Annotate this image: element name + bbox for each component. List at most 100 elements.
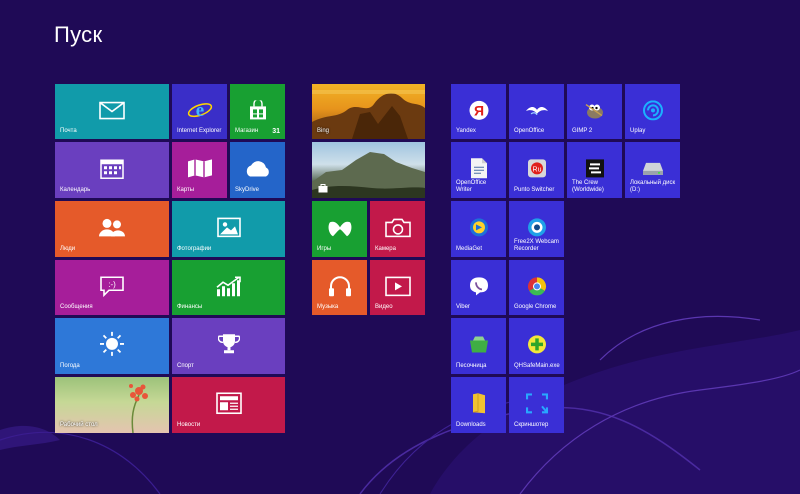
tile-label: Сообщения [60,304,93,310]
webcam-icon [527,217,547,237]
tile-label: Скриншотер [514,422,549,428]
tile-free2x-webcam-recorder[interactable]: Free2X Webcam Recorder [509,201,564,257]
tile-local-disk-d[interactable]: Локальный диск (D:) [625,142,680,198]
tile-qhsafemain[interactable]: QHSafeMain.exe [509,318,564,374]
tile-label: Погода [60,363,80,369]
tile-bing[interactable]: Bing [312,84,425,139]
tile-punto-switcher[interactable]: Ru Punto Switcher [509,142,564,198]
newspaper-icon [215,392,242,415]
tile-video[interactable]: Видео [370,260,425,315]
photo-icon [216,217,241,238]
tile-label: MediaGet [456,246,483,252]
folder-icon [472,392,486,414]
tile-label: Магазин [235,128,259,134]
tile-label: Почта [60,128,77,134]
xbox-icon [327,216,353,238]
start-title: Пуск [54,22,103,47]
tile-mediaget[interactable]: MediaGet [451,201,506,257]
suitcase-icon [318,184,328,193]
tile-news[interactable]: Новости [172,377,285,433]
punto-switcher-icon: Ru [527,158,547,178]
tile-label: Песочница [456,363,487,369]
people-icon [97,217,127,237]
svg-text:Ru: Ru [532,166,541,173]
yandex-icon: Я [469,100,489,120]
tile-label: The Crew (Worldwide) [572,180,604,193]
sun-icon [99,331,125,357]
tile-label: Игры [317,246,332,252]
tile-desktop[interactable]: Рабочий стол [55,377,169,433]
tile-label: Музыка [317,304,339,310]
tile-screenshoter[interactable]: Скриншотер [509,377,564,433]
tile-skydrive[interactable]: SkyDrive [230,142,285,198]
tile-games[interactable]: Игры [312,201,367,257]
tile-label: Viber [456,304,470,310]
tile-label: Free2X Webcam Recorder [514,239,559,252]
tile-label: Фотографии [177,246,212,252]
tile-label: OpenOffice Writer [456,180,487,193]
tile-gimp[interactable]: GIMP 2 [567,84,622,139]
tile-label: Downloads [456,422,486,428]
cloud-icon [243,160,273,178]
tile-label: Видео [375,304,393,310]
tile-store[interactable]: Магазин 31 [230,84,285,139]
writer-document-icon [470,157,488,179]
tile-label: SkyDrive [235,187,260,193]
tile-openoffice-writer[interactable]: OpenOffice Writer [451,142,506,198]
tile-label: Карты [177,187,195,193]
map-icon [187,158,213,178]
tile-viber[interactable]: Viber [451,260,506,315]
tile-the-crew[interactable]: The Crew (Worldwide) [567,142,622,198]
chrome-icon [527,276,547,296]
tile-yandex[interactable]: Я Yandex [451,84,506,139]
tile-internet-explorer[interactable]: e Internet Explorer [172,84,227,139]
uplay-icon [642,99,663,120]
video-play-icon [384,276,411,296]
chat-bubble-icon: :-) [99,275,125,297]
tile-label: Рабочий стол [60,422,98,428]
tile-label: Камера [375,246,396,252]
tile-weather[interactable]: Погода [55,318,169,374]
tile-mail[interactable]: Почта [55,84,169,139]
tile-label: Punto Switcher [514,187,555,193]
the-crew-icon [585,158,605,178]
finance-chart-icon [215,275,243,297]
tile-label: Bing [317,128,330,134]
tile-label: QHSafeMain.exe [514,363,560,369]
travel-photo [312,152,425,198]
tile-people[interactable]: Люди [55,201,169,257]
store-badge: 31 [272,128,280,135]
tile-label: Люди [60,246,76,252]
tile-finance[interactable]: Финансы [172,260,285,315]
tile-openoffice[interactable]: OpenOffice [509,84,564,139]
tile-uplay[interactable]: Uplay [625,84,680,139]
mail-icon [99,101,125,119]
tile-calendar[interactable]: Календарь [55,142,169,198]
store-bag-icon [248,99,268,120]
tile-downloads[interactable]: Downloads [451,377,506,433]
tile-label: Uplay [630,128,646,134]
viber-icon [469,276,489,296]
headphones-icon [328,275,352,297]
mediaget-icon [469,217,489,237]
tile-travel[interactable] [312,142,425,198]
tile-messaging[interactable]: :-) Сообщения [55,260,169,315]
tile-google-chrome[interactable]: Google Chrome [509,260,564,315]
camera-icon [384,217,411,238]
hard-drive-icon [642,162,664,176]
tile-music[interactable]: Музыка [312,260,367,315]
tile-sport[interactable]: Спорт [172,318,285,374]
internet-explorer-icon: e [187,98,213,122]
tile-label: Google Chrome [514,304,557,310]
tile-camera[interactable]: Камера [370,201,425,257]
svg-text:e: e [195,100,203,121]
tile-label: Internet Explorer [177,128,222,134]
tile-label: OpenOffice [514,128,545,134]
tile-label: Локальный диск (D:) [630,180,676,193]
sandbox-icon [469,336,489,354]
tile-photos[interactable]: Фотографии [172,201,285,257]
tile-sandbox[interactable]: Песочница [451,318,506,374]
openoffice-gulls-icon [525,103,549,117]
screenshot-crop-icon [525,393,548,414]
tile-maps[interactable]: Карты [172,142,227,198]
